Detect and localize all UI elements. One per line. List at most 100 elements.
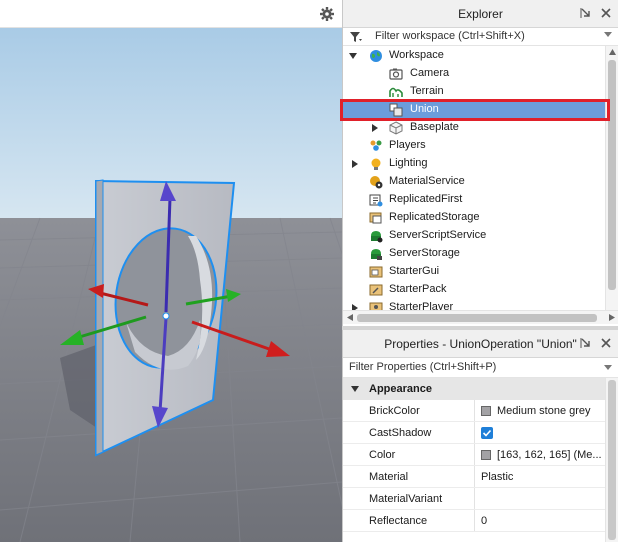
property-value[interactable]: Plastic — [475, 466, 618, 487]
tree-item-label: StarterPack — [389, 283, 447, 295]
properties-header: Properties - UnionOperation "Union" — [343, 330, 618, 358]
scene-render[interactable] — [0, 28, 342, 542]
gear-icon[interactable] — [316, 3, 338, 25]
property-row-material[interactable]: Material Plastic — [343, 466, 618, 488]
explorer-vertical-scrollbar[interactable] — [605, 46, 618, 310]
tree-item-starterplayer[interactable]: StarterPlayer — [343, 299, 605, 310]
tree-item-camera[interactable]: Camera — [343, 65, 605, 83]
tree-item-label: MaterialService — [389, 175, 465, 187]
property-name: Reflectance — [343, 510, 475, 531]
close-icon[interactable] — [600, 7, 612, 19]
property-name: MaterialVariant — [343, 488, 475, 509]
explorer-scroll-thumb[interactable] — [608, 60, 616, 290]
collapsed-arrow-icon[interactable] — [371, 124, 379, 132]
expanded-arrow-icon[interactable] — [351, 386, 359, 392]
filter-icon[interactable] — [349, 31, 362, 43]
workspace-globe-icon — [370, 50, 382, 62]
tree-item-label: ServerStorage — [389, 247, 460, 259]
tree-item-serverstorage[interactable]: ServerStorage — [343, 245, 605, 263]
property-value[interactable] — [475, 488, 618, 509]
category-appearance[interactable]: Appearance — [343, 378, 618, 400]
tree-item-startergui[interactable]: StarterGui — [343, 263, 605, 281]
properties-filter-input[interactable]: Filter Properties (Ctrl+Shift+P) — [349, 361, 496, 373]
players-icon — [370, 140, 382, 151]
property-row-castshadow[interactable]: CastShadow — [343, 422, 618, 444]
explorer-horizontal-scrollbar[interactable] — [343, 310, 618, 324]
properties-table: Appearance BrickColor Medium stone grey … — [343, 378, 618, 532]
tree-item-starterpack[interactable]: StarterPack — [343, 281, 605, 299]
tree-item-label: Players — [389, 139, 426, 151]
tree-item-replicatedstorage[interactable]: ReplicatedStorage — [343, 209, 605, 227]
property-value-text: [163, 162, 165] (Me... — [497, 448, 602, 461]
scroll-right-icon[interactable] — [609, 314, 615, 321]
property-value[interactable]: Medium stone grey — [475, 400, 618, 421]
chevron-down-icon[interactable] — [604, 365, 612, 370]
properties-vertical-scrollbar[interactable] — [605, 378, 618, 542]
properties-filter[interactable]: Filter Properties (Ctrl+Shift+P) — [343, 358, 618, 378]
tree-item-label: Lighting — [389, 157, 428, 169]
explorer-hscroll-thumb[interactable] — [357, 314, 597, 322]
tree-item-serverscriptservice[interactable]: ServerScriptService — [343, 227, 605, 245]
tree-item-players[interactable]: Players — [343, 137, 605, 155]
part-icon — [389, 121, 403, 135]
3d-viewport[interactable] — [0, 0, 342, 542]
property-name: Color — [343, 444, 475, 465]
tree-item-baseplate[interactable]: Baseplate — [343, 119, 605, 137]
tree-item-label: StarterGui — [389, 265, 440, 277]
category-label: Appearance — [369, 383, 432, 395]
tree-item-label: Workspace — [389, 49, 444, 61]
replicated-first-icon — [369, 194, 383, 207]
explorer-header: Explorer — [343, 0, 618, 28]
tree-item-lighting[interactable]: Lighting — [343, 155, 605, 173]
close-icon[interactable] — [600, 337, 612, 349]
explorer-filter[interactable]: Filter workspace (Ctrl+Shift+X) — [343, 28, 618, 46]
property-value-text: 0 — [481, 514, 488, 527]
replicated-storage-icon — [369, 212, 382, 224]
property-row-materialvariant[interactable]: MaterialVariant — [343, 488, 618, 510]
property-name: CastShadow — [343, 422, 475, 443]
color-swatch[interactable] — [481, 449, 491, 460]
tree-item-label: ServerScriptService — [389, 229, 487, 241]
property-value[interactable]: [163, 162, 165] (Me... — [475, 444, 618, 465]
terrain-icon — [389, 87, 403, 97]
castshadow-checkbox[interactable] — [481, 426, 493, 439]
explorer-filter-input[interactable]: Filter workspace (Ctrl+Shift+X) — [375, 30, 525, 42]
tree-item-label: Baseplate — [410, 121, 459, 133]
tree-item-materialservice[interactable]: MaterialService — [343, 173, 605, 191]
expanded-arrow-icon[interactable] — [349, 52, 357, 60]
tree-item-replicatedfirst[interactable]: ReplicatedFirst — [343, 191, 605, 209]
lighting-bulb-icon — [371, 158, 381, 170]
undock-icon[interactable] — [580, 7, 592, 19]
property-row-reflectance[interactable]: Reflectance 0 — [343, 510, 618, 532]
scroll-left-icon[interactable] — [347, 314, 353, 321]
explorer-tree: Workspace Camera Terrain Union Baseplate… — [343, 46, 605, 310]
starter-pack-icon — [369, 284, 383, 296]
material-service-icon — [370, 176, 383, 189]
properties-title: Properties - UnionOperation "Union" — [384, 336, 577, 351]
tree-item-workspace[interactable]: Workspace — [343, 47, 605, 65]
chevron-down-icon[interactable] — [604, 32, 612, 37]
camera-icon — [389, 68, 403, 80]
selection-highlight-box — [340, 99, 610, 121]
property-row-color[interactable]: Color [163, 162, 165] (Me... — [343, 444, 618, 466]
properties-panel: Properties - UnionOperation "Union" Filt… — [342, 330, 618, 542]
tree-item-label: Terrain — [410, 85, 444, 97]
property-row-brickcolor[interactable]: BrickColor Medium stone grey — [343, 400, 618, 422]
property-value[interactable]: 0 — [475, 510, 618, 531]
property-value-text: Medium stone grey — [497, 404, 591, 417]
property-name: BrickColor — [343, 400, 475, 421]
undock-icon[interactable] — [580, 337, 592, 349]
tree-item-label: Camera — [410, 67, 450, 79]
properties-scroll-thumb[interactable] — [608, 380, 616, 540]
color-swatch[interactable] — [481, 405, 491, 416]
viewport-toolbar — [0, 0, 342, 28]
tree-item-label: StarterPlayer — [389, 301, 454, 310]
server-script-service-icon — [371, 231, 383, 243]
scroll-up-icon[interactable] — [609, 49, 616, 55]
tree-item-label: ReplicatedStorage — [389, 211, 480, 223]
property-value[interactable] — [475, 422, 618, 443]
starter-player-icon — [369, 302, 383, 310]
property-value-text: Plastic — [481, 470, 514, 483]
explorer-panel: Explorer Filter workspace (Ctrl+Shift+X)… — [342, 0, 618, 326]
collapsed-arrow-icon[interactable] — [351, 160, 359, 168]
